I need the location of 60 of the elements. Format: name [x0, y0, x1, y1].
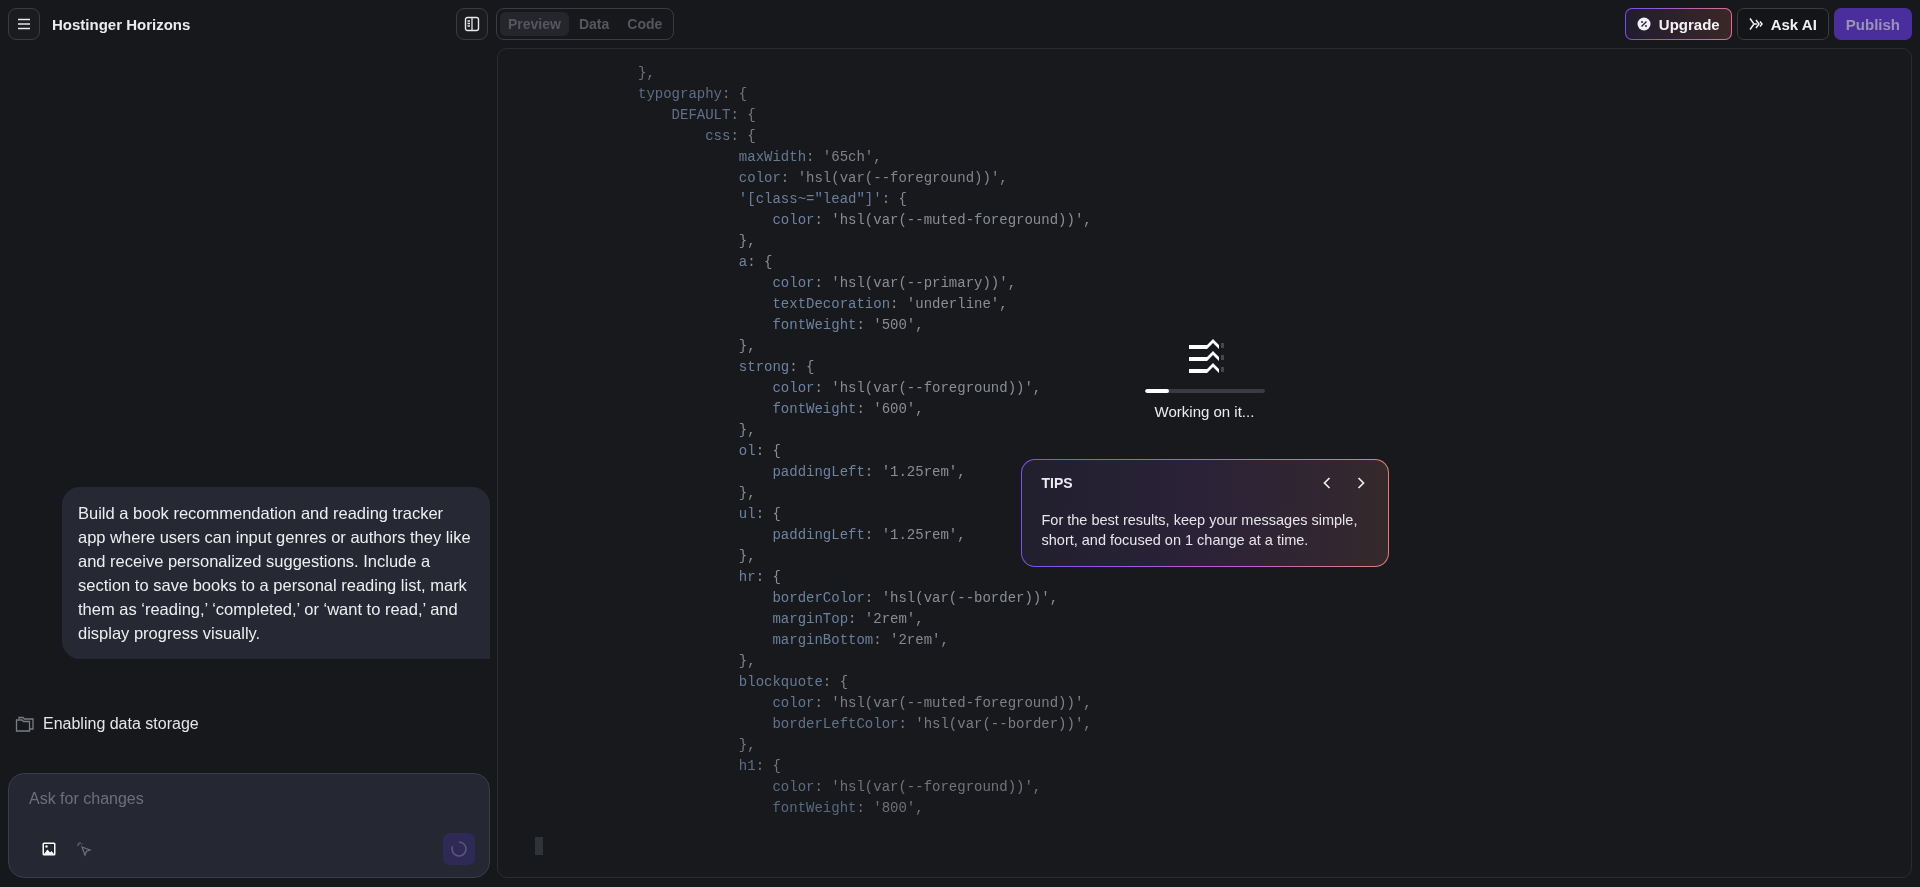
code-line: color: 'hsl(var(--muted-foreground))', [771, 211, 1092, 230]
code-line: ul: { [737, 505, 781, 524]
menu-button[interactable] [8, 8, 40, 40]
code-line: }, [737, 736, 756, 755]
code-line: }, [737, 652, 756, 671]
code-line: maxWidth: '65ch', [737, 148, 882, 167]
code-line: marginBottom: '2rem', [771, 631, 949, 650]
tips-title: TIPS [1041, 475, 1073, 491]
code-line: }, [737, 547, 756, 566]
code-line: fontWeight: '800', [771, 799, 924, 818]
image-icon[interactable] [42, 842, 56, 856]
code-line: '[class~="lead"]': { [737, 190, 907, 209]
code-line: hr: { [737, 568, 781, 587]
sidebar-icon [464, 16, 480, 32]
cursor-icon[interactable] [76, 841, 92, 857]
code-line: typography: { [638, 85, 748, 104]
code-line: color: 'hsl(var(--foreground))', [771, 379, 1042, 398]
code-line: paddingLeft: '1.25rem', [771, 526, 966, 545]
code-line: color: 'hsl(var(--foreground))', [737, 169, 1008, 188]
code-line: DEFAULT: { [670, 106, 756, 125]
code-line: ol: { [737, 442, 781, 461]
code-line: }, [737, 337, 756, 356]
code-line: fontWeight: '500', [771, 316, 924, 335]
code-line: }, [737, 421, 756, 440]
view-tab[interactable]: Data [570, 12, 618, 36]
chevron-left-icon [1321, 476, 1332, 490]
code-line: textDecoration: 'underline', [771, 295, 1008, 314]
tips-text: For the best results, keep your messages simple, short, and focused on 1 change at a time. [1041, 511, 1359, 550]
message-field[interactable]: Ask for changes [29, 790, 475, 808]
menu-icon [17, 18, 31, 30]
code-line: color: 'hsl(var(--foreground))', [771, 778, 1042, 797]
spinner-icon [450, 840, 468, 858]
folder-icon [15, 715, 35, 733]
code-line: borderColor: 'hsl(var(--border))', [771, 589, 1059, 608]
publish-button[interactable]: Publish [1833, 8, 1912, 40]
code-line: strong: { [737, 358, 815, 377]
status-text: Enabling data storage [43, 715, 199, 733]
progress-text: Working on it... [1154, 403, 1255, 420]
code-line: paddingLeft: '1.25rem', [771, 463, 966, 482]
code-line: marginTop: '2rem', [771, 610, 924, 629]
ask-button[interactable]: Ask AI [1736, 8, 1829, 40]
text-cursor [535, 837, 543, 855]
code-line: }, [737, 484, 756, 503]
code-line: h1: { [737, 757, 781, 776]
code-line: }, [638, 64, 655, 83]
code-line: blockquote: { [737, 673, 849, 692]
discount-icon [1636, 17, 1651, 31]
code-line: borderLeftColor: 'hsl(var(--border))', [771, 715, 1092, 734]
panel-toggle-button[interactable] [456, 8, 488, 40]
chat-message: Build a book recommendation and reading tracker app where users can input genres or authors they like and receive personalized suggestions. Include a section to save books to a personal reading list, mark them as ‘reading,’ ‘completed,’ or ‘want to read,’ and display progress visually. [62, 487, 490, 659]
code-line: }, [737, 232, 756, 251]
code-line: fontWeight: '600', [771, 400, 924, 419]
chevron-right-icon [1355, 476, 1366, 490]
code-line: css: { [704, 127, 756, 146]
code-line: color: 'hsl(var(--primary))', [771, 274, 1017, 293]
view-tab[interactable]: Code [619, 12, 671, 36]
code-line: color: 'hsl(var(--muted-foreground))', [771, 694, 1092, 713]
upgrade-button[interactable]: Upgrade [1624, 8, 1732, 40]
app-title: Hostinger Horizons [52, 15, 191, 33]
code-line: a: { [737, 253, 773, 272]
